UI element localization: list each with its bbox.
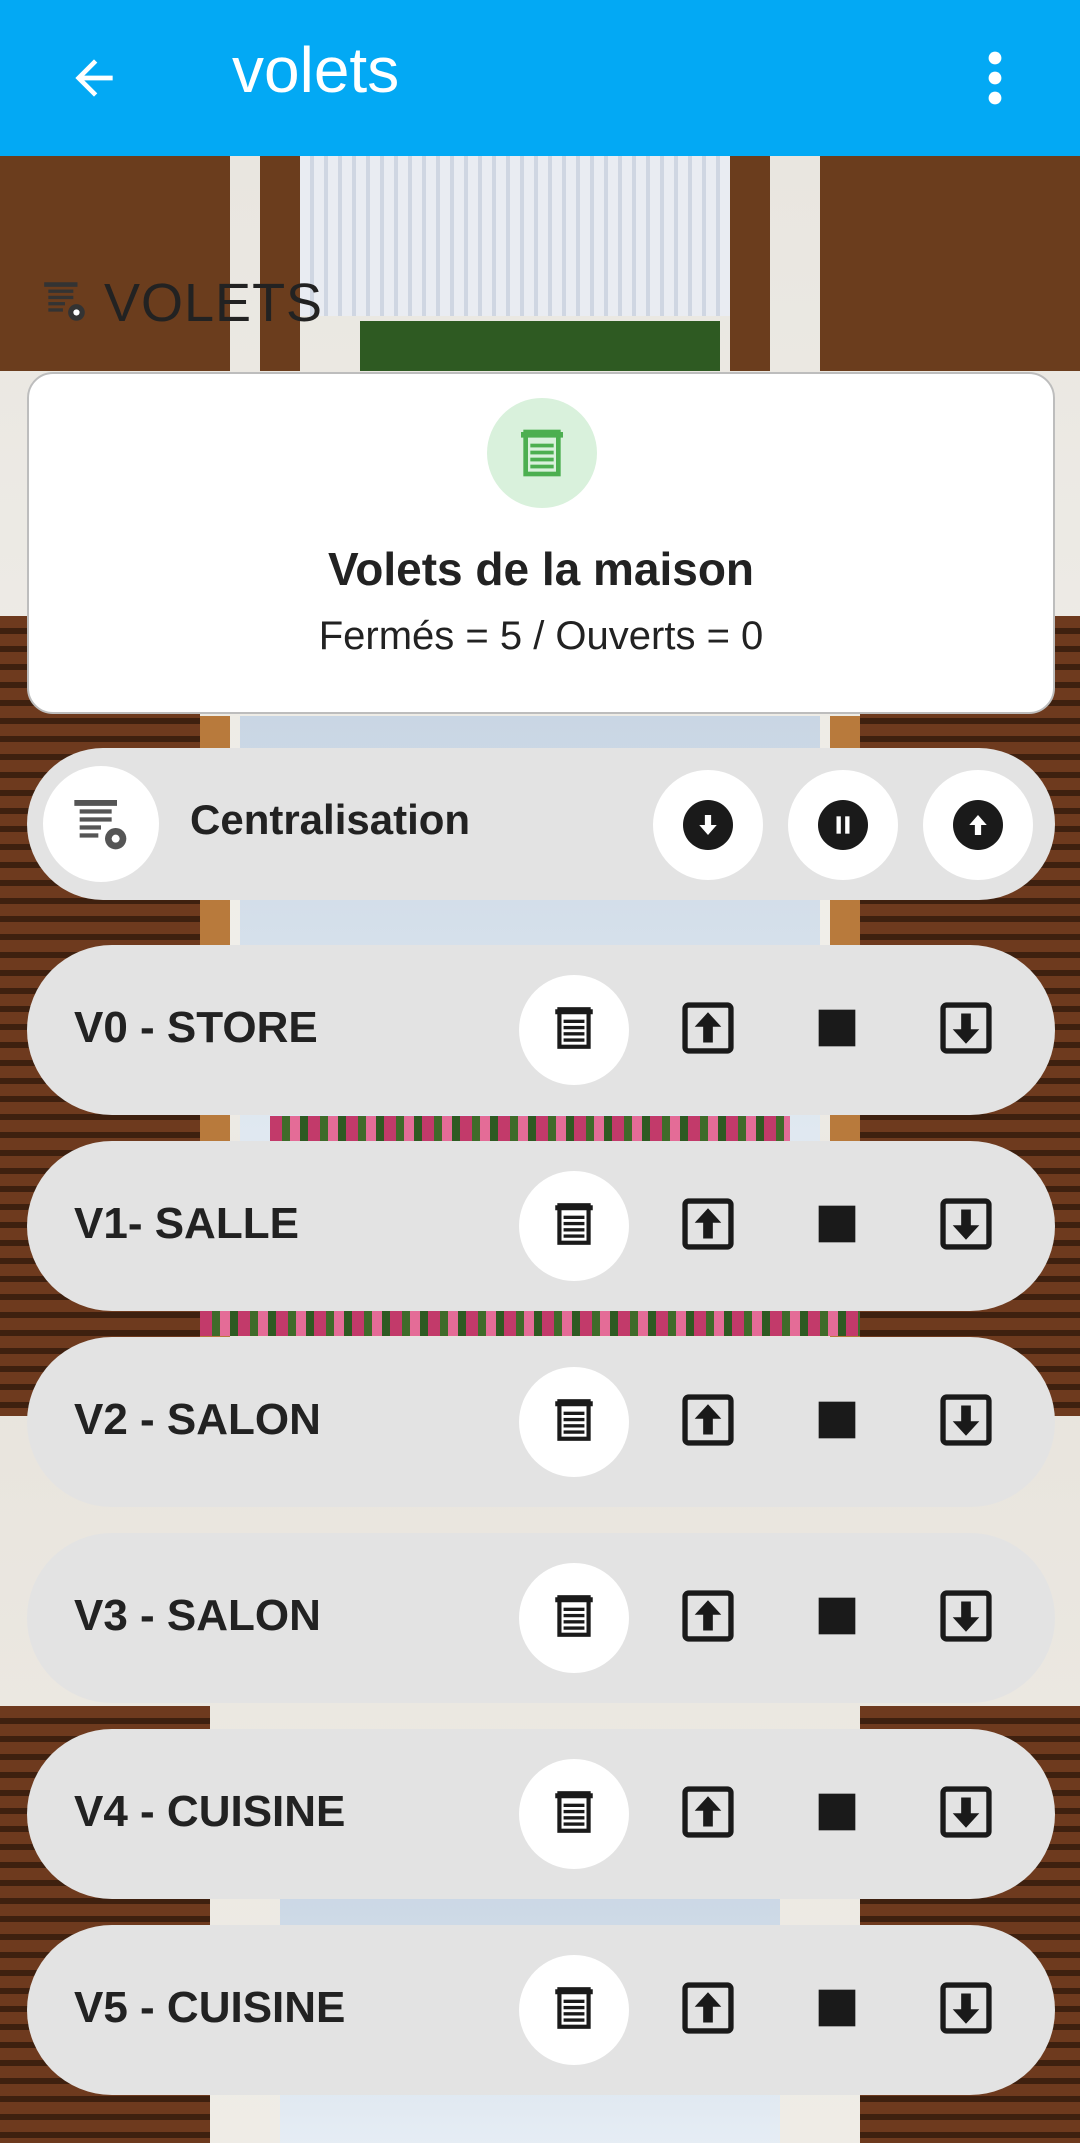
- shutter-row: V1- SALLE: [27, 1141, 1055, 1311]
- arrow-up-circle-icon: [953, 800, 1003, 850]
- shutter-icon: [549, 1395, 599, 1450]
- close-button[interactable]: [931, 1387, 1001, 1457]
- shutter-status-button[interactable]: [519, 1171, 629, 1281]
- arrow-down-box-icon: [937, 1391, 995, 1454]
- arrow-back-icon[interactable]: [52, 36, 136, 120]
- open-button[interactable]: [673, 1191, 743, 1261]
- close-button[interactable]: [931, 1583, 1001, 1653]
- stop-button[interactable]: [802, 1779, 872, 1849]
- arrow-down-box-icon: [937, 999, 995, 1062]
- arrow-up-box-icon: [679, 1391, 737, 1454]
- open-button[interactable]: [673, 1779, 743, 1849]
- summary-card[interactable]: Volets de la maison Fermés = 5 / Ouverts…: [27, 372, 1055, 714]
- arrow-down-box-icon: [937, 1195, 995, 1258]
- pause-circle-icon: [818, 800, 868, 850]
- stop-button[interactable]: [802, 1583, 872, 1653]
- close-all-button[interactable]: [653, 770, 763, 880]
- stop-square-icon: [815, 1594, 859, 1643]
- shutter-label: V1- SALLE: [74, 1199, 299, 1248]
- close-button[interactable]: [931, 1975, 1001, 2045]
- more-vertical-icon[interactable]: [965, 36, 1025, 120]
- centralisation-label: Centralisation: [190, 796, 471, 843]
- app-bar: volets: [0, 0, 1080, 156]
- shutter-status-button[interactable]: [519, 1563, 629, 1673]
- shutter-icon: [549, 1983, 599, 2038]
- shutter-label: V5 - CUISINE: [74, 1983, 346, 2032]
- shutter-settings-icon: [43, 766, 159, 882]
- close-button[interactable]: [931, 995, 1001, 1065]
- page-title: volets: [232, 34, 400, 106]
- stop-button[interactable]: [802, 1387, 872, 1457]
- shutter-row: V2 - SALON: [27, 1337, 1055, 1507]
- open-button[interactable]: [673, 1975, 743, 2045]
- centralisation-row: Centralisation: [27, 748, 1055, 900]
- shutter-row: V3 - SALON: [27, 1533, 1055, 1703]
- shutter-icon: [549, 1591, 599, 1646]
- arrow-down-box-icon: [937, 1587, 995, 1650]
- stop-square-icon: [815, 1986, 859, 2035]
- summary-status: Fermés = 5 / Ouverts = 0: [318, 614, 764, 658]
- shutter-label: V2 - SALON: [74, 1395, 321, 1444]
- shutter-label: V0 - STORE: [74, 1003, 318, 1052]
- shutter-row: V0 - STORE: [27, 945, 1055, 1115]
- summary-title: Volets de la maison: [327, 543, 755, 595]
- shutter-row: V5 - CUISINE: [27, 1925, 1055, 2095]
- stop-square-icon: [815, 1202, 859, 1251]
- shutter-label: V4 - CUISINE: [74, 1787, 346, 1836]
- shutter-settings-icon: [40, 276, 90, 331]
- shutter-label: V3 - SALON: [74, 1591, 321, 1640]
- stop-square-icon: [815, 1006, 859, 1055]
- arrow-up-box-icon: [679, 1783, 737, 1846]
- shutter-icon: [487, 398, 597, 508]
- open-button[interactable]: [673, 995, 743, 1065]
- close-button[interactable]: [931, 1779, 1001, 1849]
- arrow-up-box-icon: [679, 999, 737, 1062]
- stop-button[interactable]: [802, 995, 872, 1065]
- shutter-status-button[interactable]: [519, 1955, 629, 2065]
- section-header: VOLETS: [40, 268, 323, 338]
- shutter-row: V4 - CUISINE: [27, 1729, 1055, 1899]
- stop-square-icon: [815, 1790, 859, 1839]
- arrow-up-box-icon: [679, 1979, 737, 2042]
- open-button[interactable]: [673, 1583, 743, 1653]
- open-all-button[interactable]: [923, 770, 1033, 880]
- arrow-up-box-icon: [679, 1195, 737, 1258]
- close-button[interactable]: [931, 1191, 1001, 1261]
- shutter-status-button[interactable]: [519, 975, 629, 1085]
- shutter-icon: [549, 1003, 599, 1058]
- pause-all-button[interactable]: [788, 770, 898, 880]
- section-label: VOLETS: [104, 273, 324, 333]
- stop-button[interactable]: [802, 1975, 872, 2045]
- stop-square-icon: [815, 1398, 859, 1447]
- arrow-up-box-icon: [679, 1587, 737, 1650]
- shutter-status-button[interactable]: [519, 1759, 629, 1869]
- arrow-down-box-icon: [937, 1783, 995, 1846]
- arrow-down-circle-icon: [683, 800, 733, 850]
- open-button[interactable]: [673, 1387, 743, 1457]
- shutter-icon: [549, 1199, 599, 1254]
- arrow-down-box-icon: [937, 1979, 995, 2042]
- stop-button[interactable]: [802, 1191, 872, 1261]
- shutter-status-button[interactable]: [519, 1367, 629, 1477]
- shutter-icon: [549, 1787, 599, 1842]
